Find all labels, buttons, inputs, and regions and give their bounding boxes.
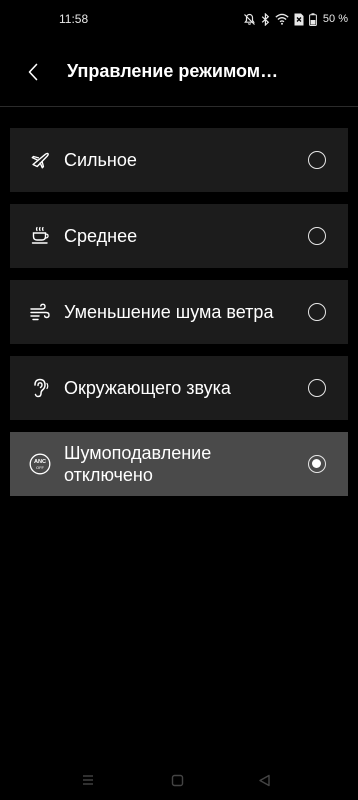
status-bar: 11:58 50 % <box>0 0 358 40</box>
home-button[interactable] <box>167 770 187 790</box>
option-label: Сильное <box>64 150 137 170</box>
mute-icon <box>243 13 256 26</box>
status-time: 11:58 <box>59 12 89 26</box>
option-medium[interactable]: Среднее <box>10 204 348 268</box>
radio-button[interactable] <box>308 303 326 321</box>
wind-icon <box>28 300 52 324</box>
airplane-icon <box>28 148 52 172</box>
anc-icon-text-bottom: OFF <box>36 465 45 470</box>
header-divider <box>0 106 358 107</box>
option-label: Среднее <box>64 226 138 246</box>
status-icons: 50 % <box>243 11 348 27</box>
option-label: Окружающего звука <box>64 378 231 398</box>
option-ambient-sound[interactable]: Окружающего звука <box>10 356 348 420</box>
recents-icon <box>83 775 93 785</box>
ear-icon <box>28 376 52 400</box>
radio-button-selected[interactable] <box>308 455 326 473</box>
battery-percent: 50 % <box>322 13 348 25</box>
option-wind-reduction[interactable]: Уменьшение шума ветра <box>10 280 348 344</box>
radio-button[interactable] <box>308 227 326 245</box>
sim-x-icon <box>294 13 304 26</box>
bluetooth-icon <box>261 12 270 26</box>
noise-control-options: Сильное Среднее Уменьшение шума ветра Ок… <box>10 128 348 508</box>
coffee-cup-icon <box>28 224 52 248</box>
page-title: Управление режимом… <box>67 61 279 81</box>
system-nav-bar <box>0 760 358 800</box>
option-anc-off[interactable]: ANC OFF Шумоподавление отключено <box>10 432 348 496</box>
nav-back-button[interactable] <box>254 770 274 790</box>
back-icon <box>258 774 270 786</box>
battery-icon <box>309 12 317 26</box>
recents-button[interactable] <box>78 770 98 790</box>
anc-off-icon: ANC OFF <box>28 452 52 476</box>
radio-button[interactable] <box>308 379 326 397</box>
option-strong[interactable]: Сильное <box>10 128 348 192</box>
home-icon <box>171 774 183 786</box>
back-arrow-icon <box>28 63 38 81</box>
option-label: Уменьшение шума ветра <box>64 302 274 322</box>
header: Управление режимом… <box>0 50 358 96</box>
wifi-icon <box>275 13 289 25</box>
option-label: Шумоподавление отключено <box>64 443 212 485</box>
back-button[interactable] <box>20 59 46 85</box>
radio-button[interactable] <box>308 151 326 169</box>
